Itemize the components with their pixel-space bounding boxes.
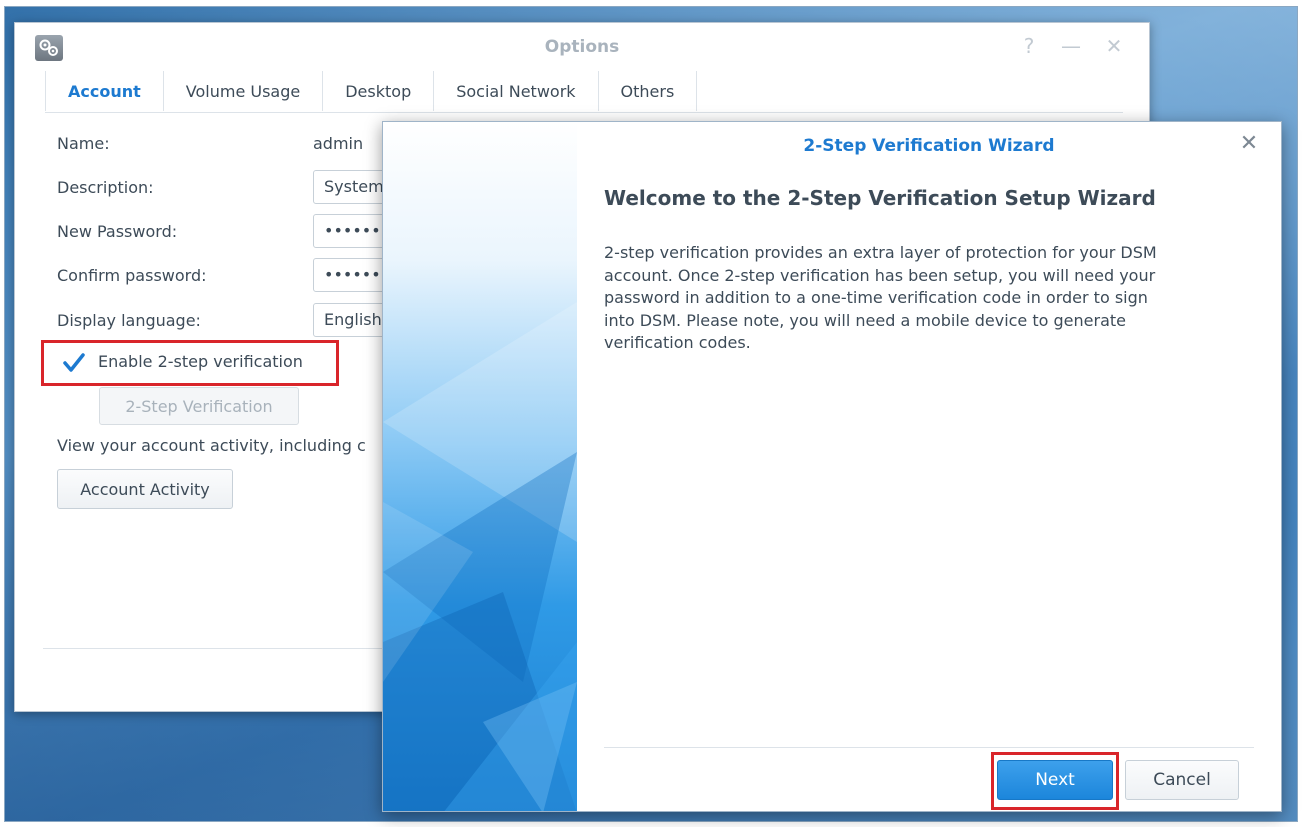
help-icon[interactable]: ? [1018, 35, 1040, 57]
wizard-dialog: 2-Step Verification Wizard ✕ Welcome to … [382, 121, 1282, 812]
close-icon[interactable]: ✕ [1237, 132, 1261, 156]
body-line: 2-step verification provides an extra la… [604, 243, 1157, 262]
enable-2step-label[interactable]: Enable 2-step verification [98, 352, 303, 371]
name-label: Name: [57, 134, 110, 153]
tab-social-network[interactable]: Social Network [434, 71, 599, 111]
tab-desktop[interactable]: Desktop [323, 71, 435, 111]
tab-others[interactable]: Others [599, 71, 698, 111]
new-password-label: New Password: [57, 222, 178, 241]
close-icon[interactable]: ✕ [1103, 35, 1125, 57]
tab-bar: Account Volume Usage Desktop Social Netw… [45, 71, 698, 111]
activity-description: View your account activity, including c [57, 436, 366, 455]
wizard-footer-divider [604, 747, 1254, 748]
options-titlebar[interactable]: Options ? — ✕ [15, 23, 1149, 71]
wizard-title: 2-Step Verification Wizard [803, 136, 1055, 156]
body-line: into DSM. Please note, you will need a m… [604, 310, 1126, 330]
wizard-heading: Welcome to the 2-Step Verification Setup… [604, 186, 1156, 210]
checkmark-icon [63, 353, 85, 372]
cancel-button[interactable]: Cancel [1125, 760, 1239, 800]
tab-volume-usage[interactable]: Volume Usage [164, 71, 324, 111]
body-line: password in addition to a one-time verif… [604, 288, 1148, 307]
wizard-body: 2-step verification provides an extra la… [604, 242, 1254, 355]
minimize-icon[interactable]: — [1060, 35, 1082, 57]
account-activity-button[interactable]: Account Activity [57, 469, 233, 509]
banner-graphic [383, 302, 577, 811]
enable-2step-checkbox[interactable] [63, 352, 85, 374]
tab-divider [45, 112, 1123, 113]
confirm-password-label: Confirm password: [57, 266, 207, 285]
tab-account[interactable]: Account [45, 71, 164, 111]
window-title: Options [544, 37, 620, 57]
description-label: Description: [57, 178, 154, 197]
wizard-side-banner [383, 122, 577, 811]
body-line: verification codes. [604, 333, 751, 352]
name-value: admin [313, 134, 364, 153]
body-line: account. Once 2-step verification has be… [604, 265, 1156, 285]
display-language-label: Display language: [57, 311, 201, 330]
2step-verification-button[interactable]: 2-Step Verification [99, 387, 299, 425]
next-button[interactable]: Next [997, 760, 1113, 800]
